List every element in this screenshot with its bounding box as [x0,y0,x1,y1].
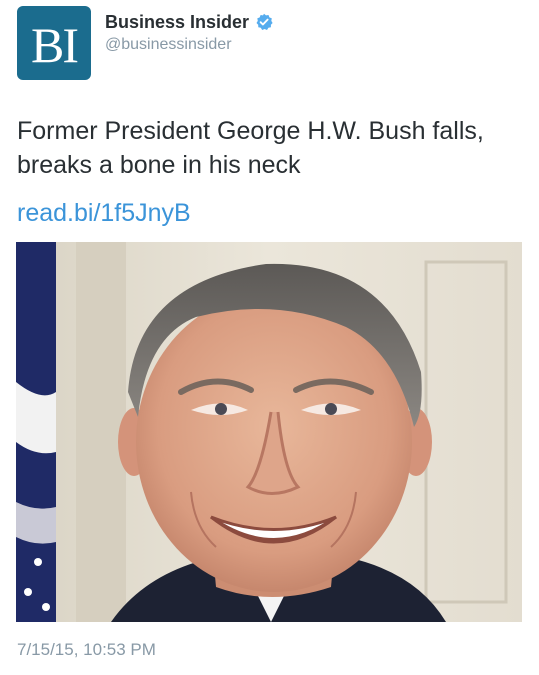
tweet: BI Business Insider @businessinsider For… [0,0,539,675]
avatar[interactable]: BI [17,6,91,80]
tweet-timestamp[interactable]: 7/15/15, 10:53 PM [17,640,156,660]
verified-badge-icon [255,13,273,31]
avatar-logo-text: BI [31,17,79,73]
account-name-row: Business Insider [105,10,273,34]
portrait-photo-icon [16,242,522,622]
account-handle[interactable]: @businessinsider [105,36,232,54]
tweet-link[interactable]: read.bi/1f5JnyB [17,196,191,230]
display-name[interactable]: Business Insider [105,12,249,33]
tweet-text: Former President George H.W. Bush falls,… [17,117,484,179]
tweet-photo[interactable] [16,242,522,622]
